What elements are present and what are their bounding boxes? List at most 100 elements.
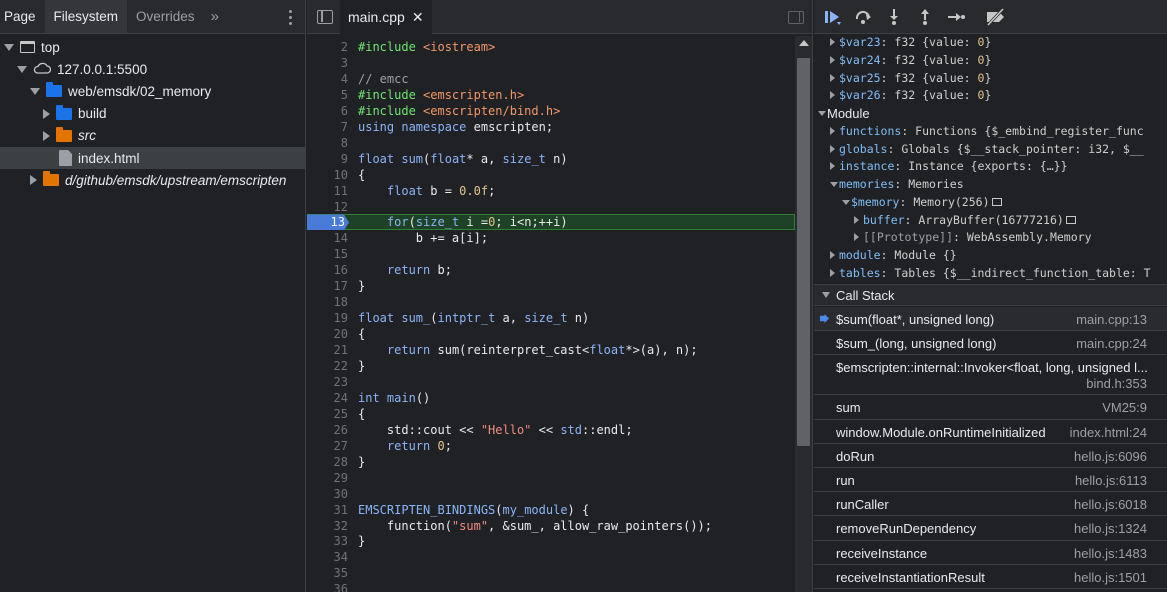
call-frame[interactable]: receiveInstantiationResult hello.js:1501 bbox=[814, 565, 1167, 589]
code-line[interactable]: 19 float sum_(intptr_t a, size_t n) bbox=[307, 310, 795, 326]
line-number[interactable]: 3 bbox=[307, 55, 348, 71]
code-line[interactable]: 14 b += a[i]; bbox=[307, 230, 795, 246]
call-frame[interactable]: $emscripten::internal::Invoker<float, lo… bbox=[814, 355, 1167, 396]
line-number[interactable]: 23 bbox=[307, 374, 348, 390]
frame-location[interactable]: main.cpp:24 bbox=[1076, 336, 1147, 351]
code-line[interactable]: 4 // emcc bbox=[307, 71, 795, 87]
chevron-right-icon[interactable] bbox=[854, 215, 859, 224]
line-number[interactable]: 35 bbox=[307, 565, 348, 581]
call-frame[interactable]: runCaller hello.js:6018 bbox=[814, 492, 1167, 517]
chevron-right-icon[interactable] bbox=[830, 144, 835, 153]
call-frame[interactable]: run hello.js:6113 bbox=[814, 468, 1167, 493]
call-frame[interactable]: receiveInstance hello.js:1483 bbox=[814, 541, 1167, 565]
toggle-debugger-icon[interactable] bbox=[788, 11, 804, 24]
code-line[interactable]: 28} bbox=[307, 454, 795, 470]
step-icon[interactable] bbox=[947, 8, 965, 26]
scope-item[interactable]: buffer: ArrayBuffer(16777216) bbox=[814, 212, 1167, 229]
code-line[interactable]: 31 EMSCRIPTEN_BINDINGS(my_module) { bbox=[307, 502, 795, 518]
scope-item[interactable]: $var26: f32 {value: 0} bbox=[814, 87, 1167, 104]
code-line[interactable]: 24 int main() bbox=[307, 390, 795, 406]
tab-overrides[interactable]: Overrides bbox=[127, 0, 204, 33]
tree-item[interactable]: top bbox=[0, 36, 305, 58]
code-line[interactable]: 26 std::cout << "Hello" << std::endl; bbox=[307, 422, 795, 438]
code-line[interactable]: 17} bbox=[307, 278, 795, 294]
code-line[interactable]: 29 bbox=[307, 470, 795, 486]
code-line[interactable]: 27 return 0; bbox=[307, 438, 795, 454]
line-number[interactable]: 18 bbox=[307, 294, 348, 310]
line-number[interactable]: 16 bbox=[307, 262, 348, 278]
chevron-down-icon[interactable] bbox=[4, 43, 14, 51]
code-line[interactable]: 23 bbox=[307, 374, 795, 390]
code-line[interactable]: 33} bbox=[307, 533, 795, 549]
deactivate-breakpoints-icon[interactable] bbox=[985, 8, 1007, 26]
call-frame[interactable]: window.Module.onRuntimeInitialized index.… bbox=[814, 420, 1167, 444]
scope-item[interactable]: memories: Memories bbox=[814, 176, 1167, 193]
line-number[interactable]: 9 bbox=[307, 151, 348, 167]
code-line[interactable]: 25 { bbox=[307, 406, 795, 422]
editor-scrollbar[interactable] bbox=[795, 36, 812, 592]
tree-item[interactable]: d/github/emsdk/upstream/emscripten bbox=[0, 169, 305, 191]
code-line[interactable]: 22} bbox=[307, 358, 795, 374]
scope-item[interactable]: $var24: f32 {value: 0} bbox=[814, 52, 1167, 69]
code-line[interactable]: 7 using namespace emscripten; bbox=[307, 119, 795, 135]
line-number[interactable]: 13 bbox=[307, 214, 349, 231]
call-frame[interactable]: $sum(float*, unsigned long) main.cpp:13 bbox=[814, 307, 1167, 332]
code-line[interactable]: 36 bbox=[307, 581, 795, 592]
code-line[interactable]: 34 bbox=[307, 549, 795, 565]
line-number[interactable]: 29 bbox=[307, 470, 348, 486]
toggle-navigator-icon[interactable] bbox=[317, 10, 333, 24]
chevron-right-icon[interactable] bbox=[830, 251, 835, 259]
frame-location[interactable]: main.cpp:13 bbox=[1076, 312, 1147, 327]
chevron-right-icon[interactable] bbox=[830, 38, 835, 46]
line-number[interactable]: 15 bbox=[307, 246, 348, 262]
line-number[interactable]: 22 bbox=[307, 358, 348, 374]
code-line[interactable]: 5 #include <emscripten.h> bbox=[307, 87, 795, 103]
code-line[interactable]: 6 #include <emscripten/bind.h> bbox=[307, 103, 795, 119]
call-frame[interactable]: removeRunDependency hello.js:1324 bbox=[814, 516, 1167, 541]
frame-location[interactable]: hello.js:6018 bbox=[1074, 497, 1147, 512]
call-frame[interactable]: doRun hello.js:6096 bbox=[814, 444, 1167, 468]
line-number[interactable]: 5 bbox=[307, 87, 348, 103]
tree-item[interactable]: build bbox=[0, 103, 305, 125]
line-number[interactable]: 28 bbox=[307, 454, 348, 470]
code-line[interactable]: 9 float sum(float* a, size_t n) bbox=[307, 151, 795, 167]
code-line[interactable]: 35 bbox=[307, 565, 795, 581]
frame-location[interactable]: hello.js:6096 bbox=[1074, 449, 1147, 464]
line-number[interactable]: 19 bbox=[307, 310, 348, 326]
code-line[interactable]: 10 { bbox=[307, 167, 795, 183]
line-number[interactable]: 36 bbox=[307, 581, 348, 592]
code-line[interactable]: 18 bbox=[307, 294, 795, 310]
execution-line[interactable]: 13 for(size_t i =0; i<n;++i) bbox=[307, 214, 795, 231]
line-number[interactable]: 21 bbox=[307, 342, 348, 358]
chevron-down-icon[interactable] bbox=[830, 182, 838, 187]
resume-icon[interactable] bbox=[823, 8, 841, 26]
tab-page[interactable]: Page bbox=[0, 0, 45, 33]
code-editor[interactable]: 2 #include <iostream> 3 4 // emcc 5 #include <… bbox=[307, 36, 795, 592]
chevron-right-icon[interactable] bbox=[830, 73, 835, 82]
scroll-up-icon[interactable] bbox=[799, 40, 809, 46]
code-line[interactable]: 30 bbox=[307, 486, 795, 502]
line-number[interactable]: 34 bbox=[307, 549, 348, 565]
scope-item[interactable]: $var23: f32 {value: 0} bbox=[814, 34, 1167, 51]
frame-location[interactable]: hello.js:1501 bbox=[1074, 570, 1147, 585]
code-line[interactable]: 12 bbox=[307, 199, 795, 215]
tree-item[interactable]: web/emsdk/02_memory bbox=[0, 80, 305, 102]
memory-inspector-icon[interactable] bbox=[991, 197, 1002, 206]
code-line[interactable]: 11 float b = 0.0f; bbox=[307, 183, 795, 199]
scope-item[interactable]: functions: Functions {$_embind_register_… bbox=[814, 123, 1167, 140]
step-over-icon[interactable] bbox=[854, 8, 872, 26]
frame-location[interactable]: hello.js:1483 bbox=[1074, 546, 1147, 561]
scope-item[interactable]: globals: Globals {$__stack_pointer: i32,… bbox=[814, 141, 1167, 158]
frame-location[interactable]: VM25:9 bbox=[1102, 400, 1147, 415]
chevron-down-icon[interactable] bbox=[30, 87, 40, 95]
code-line[interactable]: 20 { bbox=[307, 326, 795, 342]
scope-item[interactable]: [[Prototype]]: WebAssembly.Memory bbox=[814, 229, 1167, 246]
scope-item[interactable]: module: Module {} bbox=[814, 247, 1167, 264]
tab-main-cpp[interactable]: main.cpp ✕ bbox=[340, 0, 432, 34]
call-frame[interactable]: $sum_(long, unsigned long) main.cpp:24 bbox=[814, 331, 1167, 356]
line-number[interactable]: 14 bbox=[307, 230, 348, 246]
line-number[interactable]: 17 bbox=[307, 278, 348, 294]
code-line[interactable]: 15 bbox=[307, 246, 795, 262]
scope-item[interactable]: tables: Tables {$__indirect_function_tab… bbox=[814, 265, 1167, 282]
code-line[interactable]: 21 return sum(reinterpret_cast<float*>(a… bbox=[307, 342, 795, 358]
